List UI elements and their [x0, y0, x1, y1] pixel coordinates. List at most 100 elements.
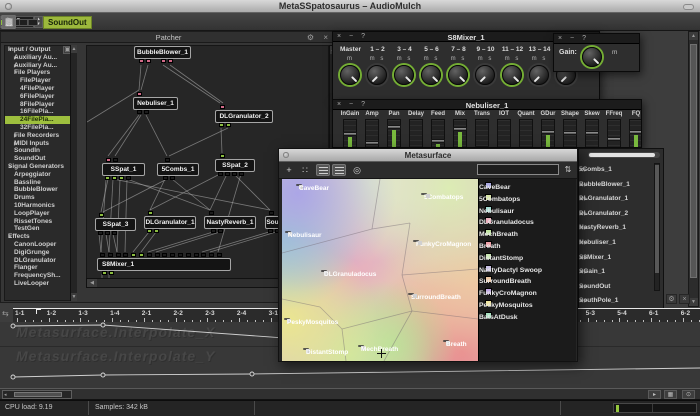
node-sspat-1[interactable]: SSpat_1 [102, 163, 145, 176]
param-slider[interactable] [453, 119, 467, 148]
param-slider[interactable] [387, 119, 401, 148]
slider-handle[interactable] [431, 139, 445, 143]
tree-item-canonlooper[interactable]: CanonLooper [5, 241, 76, 249]
input-port[interactable] [137, 92, 142, 96]
surface-cursor[interactable] [377, 353, 386, 354]
param-slider[interactable] [629, 119, 642, 148]
slider-handle[interactable] [585, 131, 599, 135]
slider-handle[interactable] [365, 141, 379, 145]
slider-handle[interactable] [563, 131, 577, 135]
input-port[interactable] [148, 211, 153, 215]
contraption-item-dlgranulator-2[interactable]: ▶×DLGranulator_2 [579, 207, 663, 222]
tree-item-loopplayer[interactable]: LoopPlayer [5, 210, 76, 218]
snapshot-item-breath[interactable]: Breath [479, 241, 576, 253]
param-slider[interactable] [365, 119, 379, 148]
channel-knob[interactable] [367, 65, 387, 85]
scroll-down-icon[interactable]: ▼ [689, 298, 698, 306]
snapshot-item-dlgranuladocus[interactable]: DLGranuladocus [479, 217, 576, 229]
input-port[interactable] [123, 253, 128, 257]
scroll-thumb[interactable] [589, 153, 655, 157]
snapshot-item-funkycromagnon[interactable]: FunkyCroMagnon [479, 288, 576, 300]
automation-point[interactable] [250, 372, 254, 376]
slider-handle[interactable] [453, 127, 467, 131]
node-sspat-3[interactable]: SSpat_3 [95, 218, 136, 231]
param-slider[interactable] [519, 119, 533, 148]
node-sspat-2[interactable]: SSpat_2 [215, 159, 255, 172]
panel-settings-icon[interactable]: ⚙ [666, 294, 677, 304]
input-port[interactable] [162, 253, 167, 257]
input-port[interactable] [194, 253, 199, 257]
tree-item-file-players[interactable]: ▼File Players [5, 69, 76, 77]
scroll-left-icon[interactable]: ◂ [4, 392, 7, 398]
grid-view-icon[interactable]: ∷ [298, 164, 312, 176]
output-port[interactable] [154, 229, 159, 233]
input-port[interactable] [186, 253, 191, 257]
tree-item-rissettones[interactable]: RissetTones [5, 218, 76, 226]
zoom-tool-icon[interactable]: ⊙ [682, 390, 695, 399]
contraption-item-soundout[interactable]: ▶×SoundOut [579, 280, 663, 295]
output-port[interactable] [232, 172, 237, 176]
input-port[interactable] [269, 211, 274, 215]
window-titlebar[interactable]: MetaSSpatosaurus – AudioMulch [0, 0, 700, 13]
tree-item-drums[interactable]: Drums [5, 194, 76, 202]
input-port[interactable] [108, 253, 113, 257]
contraption-item-southpole-1[interactable]: ▶×SouthPole_1 [579, 294, 663, 309]
output-port[interactable] [211, 229, 216, 233]
param-slider[interactable] [563, 119, 577, 148]
snapshot-item-batsatdusk[interactable]: BatsAtDusk [479, 312, 576, 324]
tree-item-soundin[interactable]: SoundIn [5, 147, 76, 155]
output-port[interactable] [218, 172, 223, 176]
list-view-icon[interactable] [316, 164, 330, 176]
output-port[interactable] [168, 59, 173, 63]
tree-item-auxiliary-au-[interactable]: ▶Auxiliary Au... [5, 54, 76, 62]
tree-item-arpeggiator[interactable]: Arpeggiator [5, 171, 76, 179]
mute-solo-buttons[interactable]: m s [418, 56, 445, 62]
titlebar-widget[interactable] [683, 4, 694, 10]
node-dlgranulator-2[interactable]: DLGranulator_2 [215, 110, 273, 123]
scroll-down-icon[interactable]: ▼ [71, 293, 77, 301]
add-snapshot-icon[interactable]: + [282, 164, 296, 176]
node-bubbleblower-1[interactable]: BubbleBlower_1 [134, 46, 191, 59]
node-nastyreverb-1[interactable]: NastyReverb_1 [204, 216, 256, 229]
input-port[interactable] [220, 154, 225, 158]
tree-item-digigrunge[interactable]: DigiGrunge [5, 249, 76, 257]
tree-item-4fileplayer[interactable]: 4FilePlayer [5, 85, 76, 93]
gain-window-controls[interactable]: × − ? [558, 35, 589, 42]
node-nebuliser-1[interactable]: Nebuliser_1 [133, 97, 178, 110]
output-port[interactable] [170, 176, 175, 180]
channel-knob[interactable] [529, 65, 549, 85]
node-5combs-1[interactable]: 5Combs_1 [157, 163, 199, 176]
surface-snapshot-dlgranuladocus[interactable]: DLGranuladocus [321, 270, 327, 272]
param-slider[interactable] [497, 119, 511, 148]
snapshot-item-nebulisaur[interactable]: Nebulisaur [479, 206, 576, 218]
gain-titlebar[interactable]: × − ? [554, 34, 639, 44]
mute-solo-buttons[interactable]: m s [445, 56, 472, 62]
tree-item-bassline[interactable]: Bassline [5, 179, 76, 187]
panel-close-icon[interactable]: × [679, 294, 690, 304]
scroll-thumb[interactable] [14, 392, 62, 397]
output-port[interactable] [147, 229, 152, 233]
scroll-up-icon[interactable]: ▲ [689, 32, 698, 40]
tree-item-fileplayer[interactable]: FilePlayer [5, 77, 76, 85]
automation-point[interactable] [11, 375, 15, 379]
tree-scrollbar[interactable]: ▲ ▼ [70, 45, 77, 301]
channel-knob[interactable] [394, 65, 414, 85]
param-slider[interactable] [343, 119, 357, 148]
output-port[interactable] [239, 172, 244, 176]
history-icon[interactable]: ◎ [350, 164, 364, 176]
input-port[interactable] [178, 253, 183, 257]
contraptions-hscrollbar[interactable] [588, 152, 660, 158]
tree-item-6fileplayer[interactable]: 6FilePlayer [5, 93, 76, 101]
timeline-hscrollbar[interactable]: ◂ [2, 390, 72, 399]
tree-item-dlgranulator[interactable]: DLGranulator [5, 257, 76, 265]
input-port[interactable] [201, 253, 206, 257]
automation-point[interactable] [11, 324, 15, 328]
scroll-up-icon[interactable]: ▲ [71, 45, 77, 53]
output-port[interactable] [226, 123, 231, 127]
tree-item-file-recorders[interactable]: ▶File Recorders [5, 132, 76, 140]
snap-grid-icon[interactable]: ▦ [664, 390, 677, 399]
tree-item-frequencysh-[interactable]: FrequencySh... [5, 272, 76, 280]
input-port[interactable] [113, 158, 118, 162]
snapshot-item-5combatops[interactable]: 5Combatops [479, 194, 576, 206]
patcher-settings-icon[interactable]: ⚙ [307, 33, 314, 42]
